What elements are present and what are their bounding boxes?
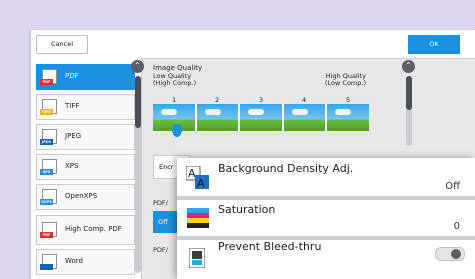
prevent-bleed-row[interactable]: Prevent Bleed-thru bbox=[177, 240, 475, 279]
openxps-file-icon: OXPS bbox=[40, 189, 58, 205]
file-format-list: PDF PDF TIFF TIFF JPEG JPEG XPS XPS OXPS… bbox=[31, 58, 142, 279]
sidebar-item-jpeg[interactable]: JPEG JPEG bbox=[36, 124, 135, 150]
sidebar-item-high-comp-pdf[interactable]: PDF High Comp. PDF bbox=[36, 215, 135, 245]
sidebar-item-label: High Comp. PDF bbox=[65, 225, 122, 234]
sidebar-item-label: PDF bbox=[65, 72, 79, 81]
prevent-bleed-toggle[interactable] bbox=[435, 247, 465, 261]
svg-text:A: A bbox=[188, 167, 196, 180]
color-bars-icon bbox=[187, 208, 209, 228]
sidebar-item-label: XPS bbox=[65, 162, 79, 171]
sidebar-item-tiff[interactable]: TIFF TIFF bbox=[36, 94, 135, 120]
low-quality-label: Low Quality (High Comp.) bbox=[153, 72, 197, 88]
sidebar-item-word[interactable]: Word bbox=[36, 249, 135, 275]
toggle-knob bbox=[451, 249, 461, 259]
quality-tick-3: 3 bbox=[259, 96, 264, 104]
sidebar-item-label: JPEG bbox=[65, 132, 82, 141]
chevron-up-icon[interactable]: ⌃ bbox=[402, 60, 415, 73]
quality-tick-1: 1 bbox=[172, 96, 177, 104]
panel-scrollbar-thumb[interactable] bbox=[406, 76, 412, 110]
high-quality-label: High Quality (Low Comp.) bbox=[325, 72, 366, 88]
quality-segment[interactable] bbox=[283, 104, 328, 131]
sidebar-scrollbar[interactable] bbox=[135, 76, 141, 273]
quality-tick-5: 5 bbox=[346, 96, 351, 104]
pdfa-label: PDF/ bbox=[153, 199, 168, 207]
background-density-row[interactable]: A A Background Density Adj. Off › bbox=[177, 158, 475, 200]
sidebar-item-label: OpenXPS bbox=[65, 192, 98, 201]
sidebar-item-label: TIFF bbox=[65, 102, 80, 111]
pdf-file-icon: PDF bbox=[40, 69, 58, 85]
top-bar: Cancel OK bbox=[31, 30, 475, 59]
saturation-value: 0 bbox=[453, 221, 460, 232]
quality-segment[interactable] bbox=[327, 104, 369, 131]
panel-scrollbar[interactable] bbox=[406, 76, 412, 146]
sidebar-item-openxps[interactable]: OXPS OpenXPS bbox=[36, 184, 135, 210]
svg-text:A: A bbox=[197, 177, 205, 190]
pdfa-label-2: PDF/ bbox=[153, 246, 168, 254]
sidebar-item-xps[interactable]: XPS XPS bbox=[36, 154, 135, 180]
sidebar-item-pdf[interactable]: PDF PDF bbox=[36, 64, 135, 90]
quality-tick-4: 4 bbox=[302, 96, 307, 104]
advanced-settings-overlay: A A Background Density Adj. Off › Satura… bbox=[177, 158, 475, 279]
sidebar-scrollbar-thumb[interactable] bbox=[135, 76, 141, 128]
quality-segment[interactable] bbox=[196, 104, 241, 131]
jpeg-file-icon: JPEG bbox=[40, 129, 58, 145]
word-file-icon bbox=[40, 254, 58, 270]
quality-segment[interactable] bbox=[240, 104, 284, 131]
slider-handle[interactable] bbox=[172, 124, 182, 137]
text-density-icon: A A bbox=[186, 166, 209, 190]
document-bleed-icon bbox=[189, 248, 205, 268]
xps-file-icon: XPS bbox=[40, 159, 58, 175]
saturation-row[interactable]: Saturation 0 › bbox=[177, 200, 475, 240]
pdf-file-icon: PDF bbox=[40, 222, 58, 238]
prevent-bleed-title: Prevent Bleed-thru bbox=[218, 240, 322, 253]
saturation-title: Saturation bbox=[218, 203, 276, 216]
image-quality-slider[interactable] bbox=[153, 104, 369, 131]
sidebar-item-label: Word bbox=[65, 257, 83, 266]
quality-tick-2: 2 bbox=[215, 96, 220, 104]
background-density-value: Off bbox=[445, 181, 460, 192]
image-quality-title: Image Quality bbox=[153, 64, 203, 72]
cancel-button[interactable]: Cancel bbox=[36, 35, 88, 54]
background-density-title: Background Density Adj. bbox=[218, 162, 354, 175]
tiff-file-icon: TIFF bbox=[40, 99, 58, 115]
ok-button[interactable]: OK bbox=[408, 35, 460, 54]
